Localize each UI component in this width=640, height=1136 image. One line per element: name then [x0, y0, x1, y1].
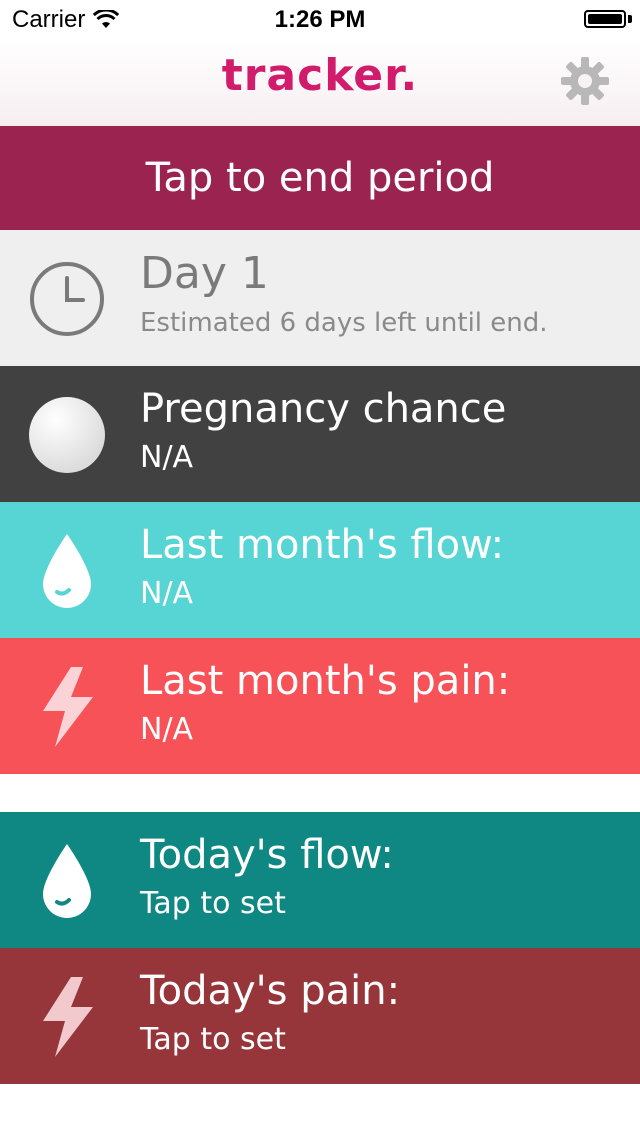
- today-pain-value: Tap to set: [140, 1022, 286, 1057]
- drop-icon: [43, 844, 91, 918]
- last-pain-row[interactable]: Last month's pain: N/A: [0, 638, 640, 774]
- pregnancy-value: N/A: [140, 440, 194, 475]
- battery-tip: [628, 15, 632, 23]
- last-pain-value: N/A: [140, 712, 194, 747]
- today-flow-title: Today's flow:: [140, 832, 394, 878]
- battery-level: [588, 14, 622, 24]
- status-time: 1:26 PM: [274, 6, 366, 33]
- nav-header: tracker.: [0, 40, 640, 127]
- end-period-button[interactable]: Tap to end period: [0, 126, 640, 230]
- day-subtitle: Estimated 6 days left until end.: [140, 308, 548, 338]
- lightning-icon: [43, 977, 93, 1057]
- day-row: Day 1 Estimated 6 days left until end.: [0, 230, 640, 366]
- pregnancy-title: Pregnancy chance: [140, 386, 507, 432]
- last-flow-row[interactable]: Last month's flow: N/A: [0, 502, 640, 638]
- pregnancy-icon-wrap: [28, 396, 106, 474]
- last-pain-icon-wrap: [28, 667, 106, 747]
- lightning-icon: [43, 667, 93, 747]
- today-flow-value: Tap to set: [140, 886, 286, 921]
- gear-icon: [561, 57, 609, 105]
- app-logo: tracker.: [221, 50, 419, 101]
- today-pain-title: Today's pain:: [140, 968, 401, 1014]
- circle-icon: [29, 397, 105, 473]
- end-period-label: Tap to end period: [145, 155, 495, 201]
- last-flow-value: N/A: [140, 576, 194, 611]
- clock-icon: [30, 262, 104, 336]
- last-flow-icon-wrap: [28, 532, 106, 610]
- today-pain-icon-wrap: [28, 977, 106, 1057]
- today-flow-row[interactable]: Today's flow: Tap to set: [0, 812, 640, 948]
- pregnancy-row[interactable]: Pregnancy chance N/A: [0, 366, 640, 502]
- drop-icon: [43, 534, 91, 608]
- today-pain-row[interactable]: Today's pain: Tap to set: [0, 948, 640, 1084]
- status-bar: Carrier 1:26 PM: [0, 0, 640, 40]
- today-flow-icon-wrap: [28, 842, 106, 920]
- last-pain-title: Last month's pain:: [140, 658, 511, 704]
- clock-icon-wrap: [28, 260, 106, 338]
- settings-button[interactable]: [560, 56, 610, 106]
- last-flow-title: Last month's flow:: [140, 522, 505, 568]
- day-title: Day 1: [140, 248, 269, 299]
- battery-icon: [584, 10, 626, 28]
